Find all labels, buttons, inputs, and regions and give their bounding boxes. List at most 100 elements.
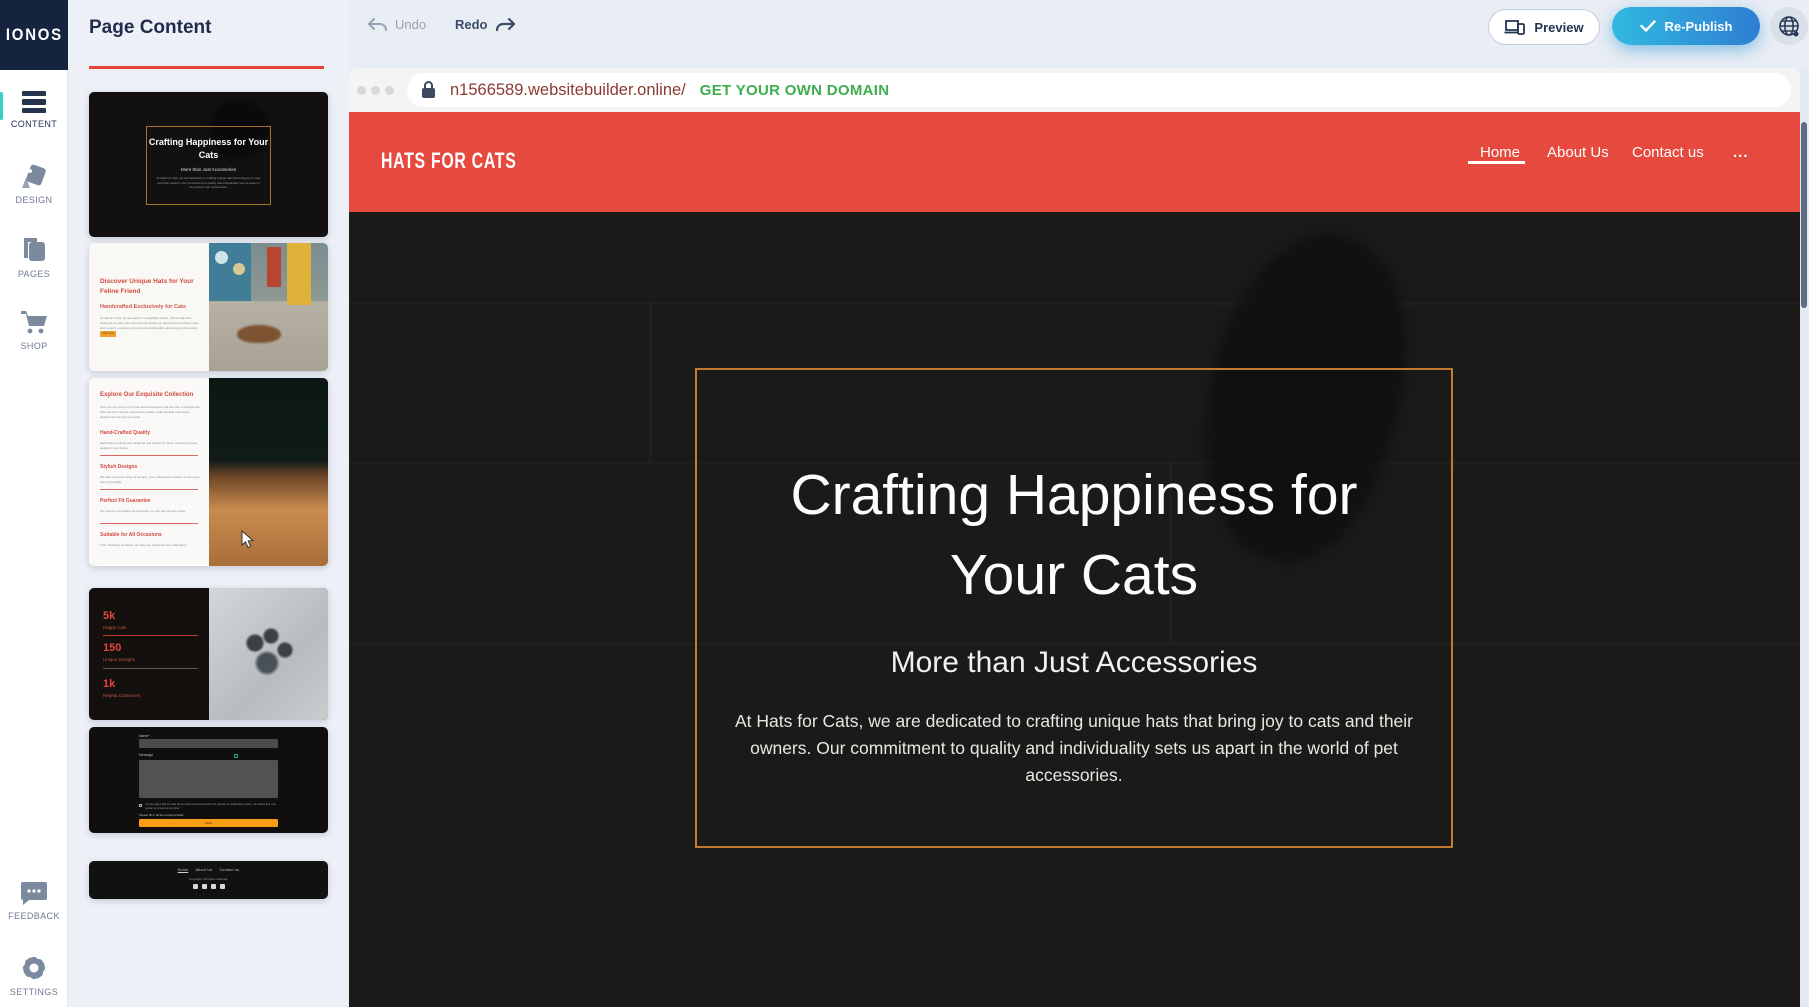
sidebar-item-label: SHOP <box>0 341 68 351</box>
thumb-collection-item-body: We offer a diverse range of designs, fro… <box>100 475 200 485</box>
thumb-collection-item-body: Each hat is meticulously designed and cr… <box>100 441 200 451</box>
thumb-collection-item-title: Suitable for All Occasions <box>100 532 205 538</box>
globe-icon <box>1777 14 1801 38</box>
thumb-collection-item-body: From birthdays to parties, our hats are … <box>100 543 200 548</box>
nav-item-contact-us[interactable]: Contact us <box>1632 144 1704 161</box>
thumb-cat-fur-photo <box>209 378 328 566</box>
window-dot <box>385 86 394 95</box>
stat-value: 5k <box>103 610 115 622</box>
design-icon <box>0 162 68 190</box>
preview-button[interactable]: Preview <box>1488 9 1600 45</box>
thumb-hero-body: At Hats for Cats, we are dedicated to cr… <box>147 176 270 190</box>
preview-scrollbar-thumb[interactable] <box>1801 122 1807 308</box>
nav-item-home[interactable]: Home <box>1480 144 1520 161</box>
undo-label: Undo <box>395 17 426 32</box>
globe-language-button[interactable] <box>1770 7 1808 45</box>
thumb-footer-link: Contact us <box>220 868 240 872</box>
stat-label: Repeat Customers <box>103 693 141 698</box>
hero-subtitle: More than Just Accessories <box>714 646 1434 680</box>
sidebar-item-label: PAGES <box>0 269 68 279</box>
thumb-form-send-button: Send <box>139 819 278 827</box>
thumb-pawprint-photo <box>209 588 328 720</box>
sidebar-item-pages[interactable]: PAGES <box>0 236 68 279</box>
undo-arrow-icon <box>368 18 388 32</box>
ionos-logo[interactable]: IONOS <box>0 0 68 70</box>
thumb-footer-social-icons <box>89 884 328 889</box>
thumb-hero-title: Crafting Happiness for Your Cats <box>147 136 270 162</box>
site-header[interactable]: HATS FOR CATS Home About Us Contact us .… <box>349 112 1800 212</box>
redo-label: Redo <box>455 17 488 32</box>
thumb-form-consent-text: I hereby agree that this data will be st… <box>139 803 278 811</box>
nav-active-underline <box>1468 161 1525 164</box>
panel-title: Page Content <box>89 17 211 39</box>
section-thumbnail-contact-form[interactable]: Name* Message I hereby agree that this d… <box>89 727 328 833</box>
thumb-shop-now-button: Shop Now <box>100 331 116 337</box>
republish-label: Re-Publish <box>1665 19 1733 34</box>
section-thumbnail-about[interactable]: Discover Unique Hats for Your Feline Fri… <box>89 243 328 371</box>
url-field[interactable]: n1566589.websitebuilder.online/ GET YOUR… <box>407 73 1791 107</box>
settings-gear-icon <box>0 954 68 982</box>
page-content-panel: Page Content Crafting Happiness for Your… <box>68 0 349 1007</box>
sidebar-item-design[interactable]: DESIGN <box>0 162 68 205</box>
thumb-form-name-input <box>139 739 278 748</box>
pages-icon <box>0 236 68 264</box>
sidebar-item-shop[interactable]: SHOP <box>0 308 68 351</box>
thumb-street-photo <box>209 243 328 371</box>
hero-body-text: At Hats for Cats, we are dedicated to cr… <box>724 708 1424 789</box>
thumb-about-subheading: Handcrafted Exclusively for Cats <box>100 304 204 310</box>
ionos-logo-text: IONOS <box>5 25 62 45</box>
hero-title: Crafting Happiness for Your Cats <box>714 455 1434 615</box>
divider <box>100 523 198 524</box>
get-domain-link[interactable]: GET YOUR OWN DOMAIN <box>700 82 890 99</box>
app-sidebar: IONOS CONTENT DESIGN PAGES SHOP FEEDBACK <box>0 0 68 1007</box>
thumb-collection-item-title: Perfect Fit Guarantee <box>100 498 205 504</box>
sidebar-item-settings[interactable]: SETTINGS <box>0 954 68 997</box>
shop-cart-icon <box>0 308 68 336</box>
nav-item-more[interactable]: ... <box>1733 144 1749 161</box>
thumb-about-heading: Discover Unique Hats for Your Feline Fri… <box>100 277 200 297</box>
site-url[interactable]: n1566589.websitebuilder.online/ <box>450 81 686 100</box>
thumb-collection-heading: Explore Our Exquisite Collection <box>100 392 210 398</box>
section-thumbnail-footer[interactable]: Home About Us Contact us Copyright. All … <box>89 861 328 899</box>
thumb-hero-box: Crafting Happiness for Your Cats More th… <box>146 126 271 205</box>
sidebar-item-content[interactable]: CONTENT <box>0 86 68 129</box>
stat-value: 1k <box>103 678 115 690</box>
republish-button[interactable]: Re-Publish <box>1612 7 1760 45</box>
window-dot <box>357 86 366 95</box>
thumb-form-required-note: Please fill in all the required fields. <box>139 813 184 817</box>
thumb-form-message-textarea <box>139 760 278 798</box>
feedback-bubble-icon <box>0 878 68 906</box>
hero-title-line1: Crafting Happiness for <box>714 455 1434 535</box>
site-hero-section[interactable]: Crafting Happiness for Your Cats More th… <box>349 212 1800 1007</box>
thumb-collection-intro: Dive into our range of cat hats and acce… <box>100 405 200 419</box>
check-icon <box>1640 20 1656 32</box>
section-thumbnail-hero[interactable]: Crafting Happiness for Your Cats More th… <box>89 92 328 237</box>
hero-title-line2: Your Cats <box>714 535 1434 615</box>
preview-browser-bar: n1566589.websitebuilder.online/ GET YOUR… <box>349 68 1800 112</box>
thumb-collection-item-title: Stylish Designs <box>100 464 205 470</box>
redo-button[interactable]: Redo <box>455 17 515 32</box>
sidebar-item-label: CONTENT <box>0 119 68 129</box>
section-thumbnail-stats[interactable]: 5k Happy Cats 150 Unique Designs 1k Repe… <box>89 588 328 720</box>
thumb-collection-item-title: Hand-Crafted Quality <box>100 430 205 436</box>
window-dot <box>371 86 380 95</box>
sidebar-item-label: DESIGN <box>0 195 68 205</box>
thumb-footer-link: About Us <box>196 868 213 872</box>
thumb-collection-item-body: Our hats fit comfortably and securely, s… <box>100 509 200 514</box>
nav-item-about-us[interactable]: About Us <box>1547 144 1609 161</box>
thumb-form-message-label: Message <box>139 753 153 757</box>
stat-label: Unique Designs <box>103 657 135 662</box>
stat-value: 150 <box>103 642 121 654</box>
section-thumbnail-collection[interactable]: Explore Our Exquisite Collection Dive in… <box>89 378 328 566</box>
thumb-hero-subtitle: More than Just Accessories <box>147 167 270 172</box>
site-logo-text[interactable]: HATS FOR CATS <box>381 148 516 174</box>
divider <box>100 489 198 490</box>
active-item-indicator <box>0 92 3 120</box>
sidebar-item-label: FEEDBACK <box>0 911 68 921</box>
sidebar-item-feedback[interactable]: FEEDBACK <box>0 878 68 921</box>
thumb-form-name-label: Name* <box>139 734 150 738</box>
panel-accent-rule <box>89 66 324 69</box>
undo-button[interactable]: Undo <box>368 17 426 32</box>
sidebar-item-label: SETTINGS <box>0 987 68 997</box>
thumb-footer-link: Home <box>178 868 189 872</box>
